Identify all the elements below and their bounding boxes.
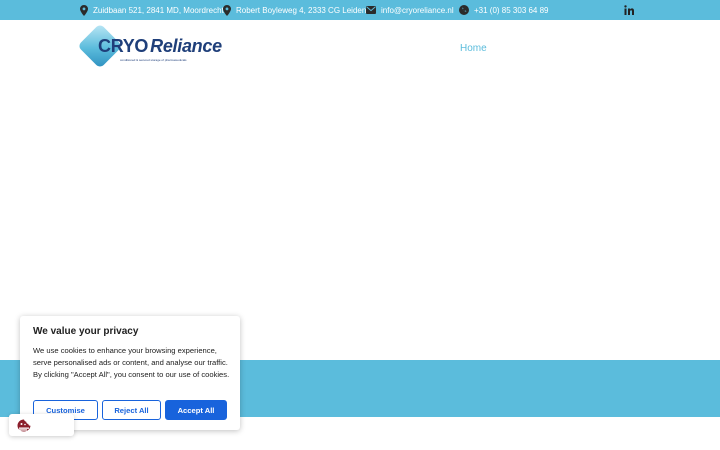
revisit-consent-button[interactable] xyxy=(9,414,74,436)
map-pin-icon xyxy=(80,4,88,16)
email-link[interactable]: info@cryoreliance.nl xyxy=(366,0,454,20)
consent-description: We use cookies to enhance your browsing … xyxy=(33,346,230,379)
logo-reliance: Reliance xyxy=(150,36,222,56)
linkedin-icon xyxy=(624,5,634,15)
cookie-icon xyxy=(17,419,31,432)
phone-text[interactable]: +31 (0) 85 303 64 89 xyxy=(474,6,549,15)
envelope-icon xyxy=(366,6,376,14)
linkedin-link[interactable] xyxy=(623,3,635,17)
address-2: Robert Boyleweg 4, 2333 CG Leiden xyxy=(223,0,366,20)
site-header: CRYO Reliance conditioned & secured stor… xyxy=(0,20,720,80)
address-2-text: Robert Boyleweg 4, 2333 CG Leiden xyxy=(236,5,367,15)
phone-link[interactable]: +31 (0) 85 303 64 89 xyxy=(459,0,549,20)
nav-home-link[interactable]: Home xyxy=(460,43,487,54)
top-contact-bar: Zuidbaan 521, 2841 MD, Moordrecht Robert… xyxy=(0,0,720,20)
email-text[interactable]: info@cryoreliance.nl xyxy=(381,6,454,15)
map-pin-icon xyxy=(223,4,231,16)
accept-all-button[interactable]: Accept All xyxy=(165,400,227,420)
address-1: Zuidbaan 521, 2841 MD, Moordrecht xyxy=(80,0,224,20)
address-1-text: Zuidbaan 521, 2841 MD, Moordrecht xyxy=(93,5,224,15)
cookie-consent-banner: We value your privacy We use cookies to … xyxy=(20,316,240,430)
logo-wordmark: CRYO Reliance xyxy=(98,36,222,57)
logo-cryo: CRYO xyxy=(98,36,149,56)
cryo-reliance-logo[interactable]: CRYO Reliance conditioned & secured stor… xyxy=(77,23,222,71)
logo-tagline: conditioned & secured storage of pharmac… xyxy=(120,58,187,62)
consent-title: We value your privacy xyxy=(33,326,139,337)
reject-all-button[interactable]: Reject All xyxy=(102,400,161,420)
whatsapp-icon xyxy=(459,5,469,15)
